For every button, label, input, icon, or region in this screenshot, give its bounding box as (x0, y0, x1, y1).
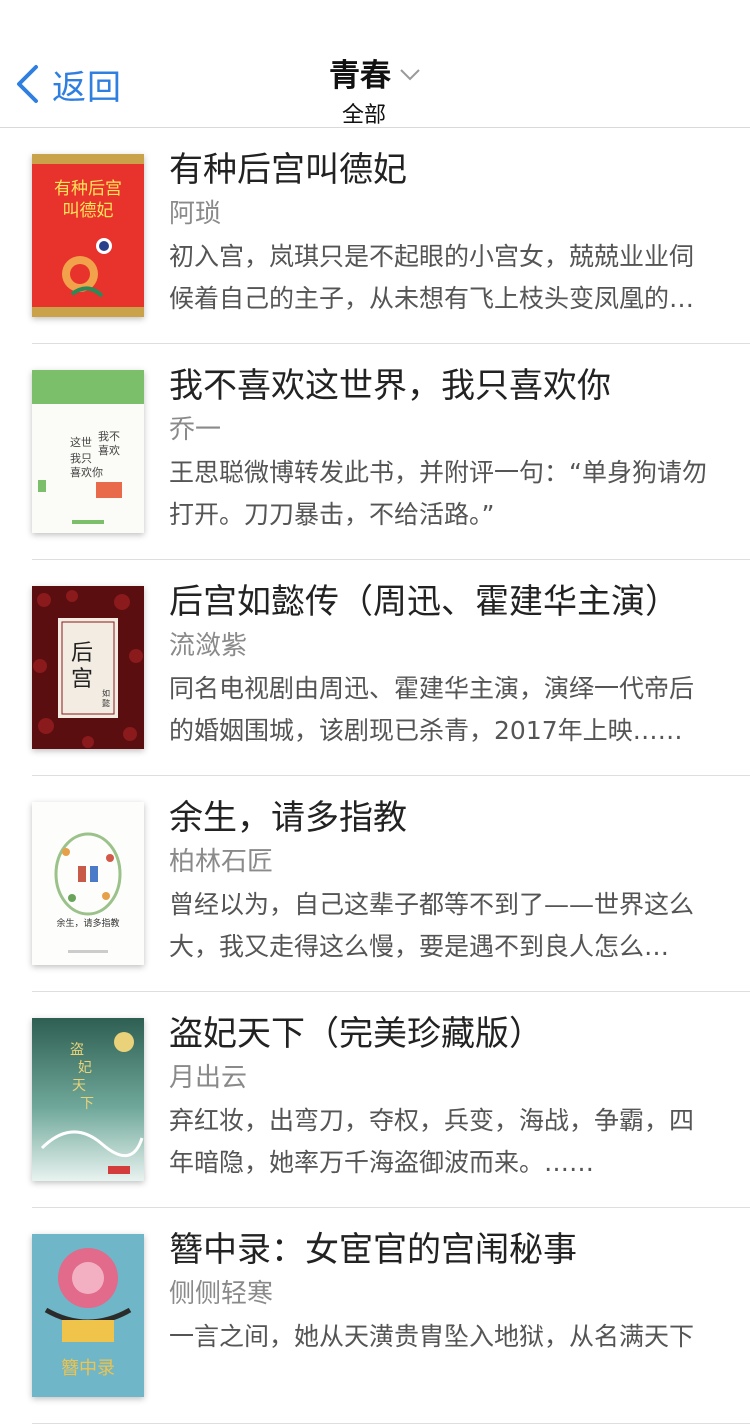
svg-text:盗: 盗 (70, 1042, 84, 1058)
book-cover: 有种后宫 叫德妃 (32, 154, 144, 317)
book-cover: 后 宫 如 懿 (32, 586, 144, 749)
book-description: 王思聪微博转发此书，并附评一句：“单身狗请勿打开。刀刀暴击，不给活路。” (169, 458, 707, 529)
svg-text:我只: 我只 (70, 452, 92, 465)
book-description: 同名电视剧由周迅、霍建华主演，演绎一代帝后的婚姻围城，该剧现已杀青，2017年上… (169, 674, 695, 745)
svg-text:宫: 宫 (71, 667, 93, 692)
book-author: 流潋紫 (169, 631, 248, 661)
cover-title-line2: 叫德妃 (63, 201, 114, 221)
book-author: 阿琐 (169, 199, 222, 229)
book-title: 盗妃天下（完美珍藏版） (169, 1014, 543, 1054)
svg-text:我不: 我不 (98, 430, 120, 443)
book-cover: 盗 妃 天 下 (32, 1018, 144, 1181)
book-description: 初入宫，岚琪只是不起眼的小宫女，兢兢业业伺候着自己的主子，从未想有飞上枝头变凤凰… (169, 242, 695, 313)
page-subtitle: 全部 (341, 103, 386, 128)
list-item[interactable]: 盗 妃 天 下 盗妃天下（完美珍藏版） 月出云 弃红妆，出弯刀，夺权，兵变，海战… (32, 992, 750, 1208)
book-description: 曾经以为，自己这辈子都等不到了——世界这么大，我又走得这么慢，要是遇不到良人怎么… (169, 890, 695, 961)
list-item[interactable]: 余生，请多指教 余生，请多指教 柏林石匠 曾经以为，自己这辈子都等不到了——世界… (32, 776, 750, 992)
page-title: 青春 (329, 58, 391, 94)
svg-text:下: 下 (80, 1096, 94, 1112)
book-title: 后宫如懿传（周迅、霍建华主演） (169, 582, 679, 622)
book-title: 簪中录：女宦官的宫闱秘事 (169, 1230, 577, 1270)
svg-text:后: 后 (71, 641, 93, 666)
book-cover: 余生，请多指教 (32, 802, 144, 965)
book-description: 弃红妆，出弯刀，夺权，兵变，海战，争霸，四年暗隐，她率万千海盗御波而来。…… (169, 1106, 695, 1177)
svg-text:喜欢: 喜欢 (98, 443, 120, 457)
book-cover: 我不 喜欢 这世 我只 喜欢你 (32, 370, 144, 533)
svg-text:天: 天 (72, 1078, 86, 1094)
svg-text:余生，请多指教: 余生，请多指教 (56, 917, 119, 929)
book-description: 一言之间，她从天潢贵胄坠入地狱，从名满天下 (169, 1322, 695, 1351)
chevron-down-icon (400, 68, 420, 80)
book-author: 月出云 (169, 1063, 248, 1093)
list-item[interactable]: 簪中录 簪中录：女宦官的宫闱秘事 侧侧轻寒 一言之间，她从天潢贵胄坠入地狱，从名… (32, 1208, 750, 1424)
list-item[interactable]: 我不 喜欢 这世 我只 喜欢你 我不喜欢这世界，我只喜欢你 乔一 王思聪微博转发… (32, 344, 750, 560)
svg-text:如: 如 (102, 688, 110, 698)
book-author: 柏林石匠 (169, 847, 274, 877)
navigation-bar: 返回 青春 全部 (0, 0, 750, 128)
book-title: 我不喜欢这世界，我只喜欢你 (169, 366, 611, 406)
book-title: 有种后宫叫德妃 (169, 150, 407, 190)
svg-text:懿: 懿 (102, 698, 110, 708)
book-list: 有种后宫 叫德妃 有种后宫叫德妃 阿琐 初入宫，岚琪只是不起眼的小宫女，兢兢业业… (0, 128, 750, 1424)
book-author: 乔一 (169, 415, 222, 445)
svg-text:妃: 妃 (78, 1060, 92, 1076)
book-cover: 簪中录 (32, 1234, 144, 1397)
category-selector[interactable]: 青春 全部 (0, 50, 750, 129)
cover-title-line1: 有种后宫 (54, 179, 122, 199)
book-author: 侧侧轻寒 (169, 1279, 274, 1309)
book-title: 余生，请多指教 (169, 798, 407, 838)
svg-text:簪中录: 簪中录 (61, 1358, 115, 1379)
svg-text:这世: 这世 (70, 435, 92, 449)
list-item[interactable]: 后 宫 如 懿 后宫如懿传（周迅、霍建华主演） 流潋紫 同名电视剧由周迅、霍建华… (32, 560, 750, 776)
list-item[interactable]: 有种后宫 叫德妃 有种后宫叫德妃 阿琐 初入宫，岚琪只是不起眼的小宫女，兢兢业业… (32, 128, 750, 344)
svg-text:喜欢你: 喜欢你 (70, 465, 103, 479)
